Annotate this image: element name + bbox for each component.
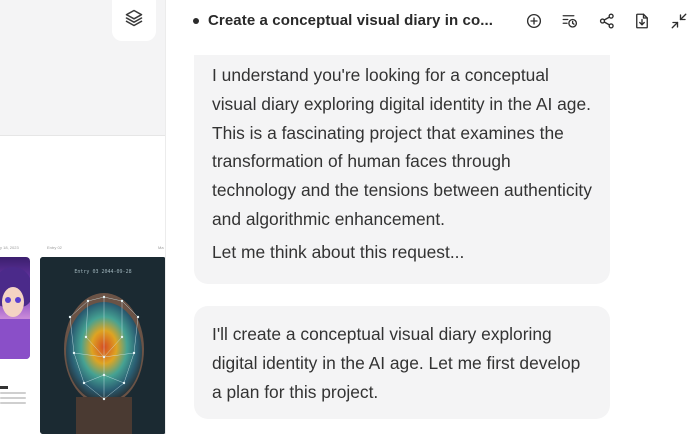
face-scan-image: Entry 03 2044-09-28 <box>40 257 165 434</box>
face-card-label: Entry 03 2044-09-28 <box>74 269 131 275</box>
entry-label-cut: Ma <box>158 245 164 250</box>
entry-label: Entry 02 <box>47 245 62 250</box>
assistant-message: I'll create a conceptual visual diary ex… <box>194 306 610 419</box>
share-icon[interactable] <box>597 11 617 31</box>
message-paragraph: I'll create a conceptual visual diary ex… <box>212 324 581 402</box>
preview-top-area <box>0 0 165 136</box>
history-icon[interactable] <box>560 11 580 31</box>
layers-button[interactable] <box>112 0 156 41</box>
entry-date-label: y 18, 2023 <box>0 245 19 250</box>
new-message-icon[interactable] <box>524 11 544 31</box>
layers-icon <box>124 8 144 33</box>
collapse-icon[interactable] <box>669 11 689 31</box>
chat-header: Create a conceptual visual diary in co..… <box>167 0 700 44</box>
status-dot <box>193 18 199 24</box>
preview-panel: y 18, 2023 Entry 02 Ma Entry 03 2044-09-… <box>0 0 166 434</box>
chat-title[interactable]: Create a conceptual visual diary in co..… <box>208 12 493 29</box>
export-icon[interactable] <box>632 11 652 31</box>
message-paragraph: I understand you're looking for a concep… <box>212 65 592 229</box>
assistant-message: I understand you're looking for a concep… <box>194 55 610 284</box>
anime-portrait-image <box>0 257 30 359</box>
message-paragraph: Let me think about this request... <box>212 241 465 262</box>
anime-caption <box>0 386 26 407</box>
